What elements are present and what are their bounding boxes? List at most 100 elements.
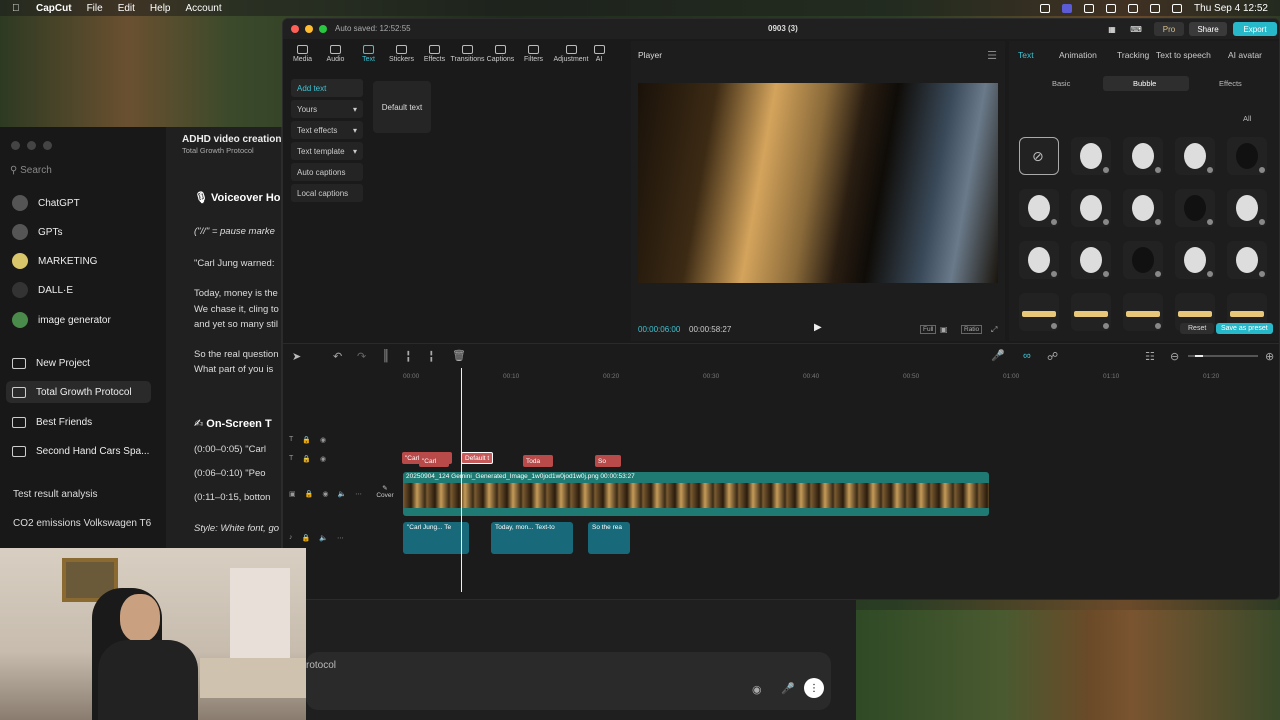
tool-adjustment[interactable]: Adjustment <box>550 41 592 71</box>
ratio-button[interactable]: Ratio <box>961 325 983 334</box>
app-menu[interactable]: CapCut <box>36 3 72 14</box>
subtab-effects[interactable]: Effects <box>1219 79 1242 88</box>
undo-icon[interactable]: ↶ <box>333 350 342 363</box>
bubble-preset[interactable] <box>1175 189 1215 227</box>
menu-edit[interactable]: Edit <box>118 3 135 14</box>
tool-filters[interactable]: Filters <box>517 41 550 71</box>
nav-gpts[interactable]: GPTs <box>12 221 152 243</box>
lock-icon[interactable]: 🔒 <box>302 436 311 444</box>
microphone-icon[interactable]: 🎤 <box>991 349 1005 362</box>
menu-icon[interactable]: ☰ <box>987 49 997 62</box>
text-clip[interactable]: "Carl <box>419 455 449 467</box>
nav-marketing[interactable]: MARKETING <box>12 250 152 272</box>
text-clip[interactable]: So <box>595 455 621 467</box>
bubble-preset[interactable] <box>1071 189 1111 227</box>
redo-icon[interactable]: ↷ <box>357 350 366 363</box>
delete-icon[interactable]: 🗑 <box>452 349 466 362</box>
bubble-preset[interactable] <box>1123 241 1163 279</box>
playhead[interactable] <box>461 368 462 592</box>
status-icon[interactable] <box>1084 3 1095 13</box>
menu-text-effects[interactable]: Text effects ▾ <box>291 121 363 139</box>
bubble-preset[interactable] <box>1123 293 1163 331</box>
eye-icon[interactable]: ◉ <box>320 455 326 463</box>
video-preview[interactable] <box>638 83 998 283</box>
reset-button[interactable]: Reset <box>1180 323 1215 334</box>
close-dot[interactable] <box>11 141 20 150</box>
lock-icon[interactable]: 🔒 <box>302 534 311 542</box>
magnet-icon[interactable]: ∞ <box>1023 350 1031 362</box>
bubble-preset[interactable] <box>1123 137 1163 175</box>
bubble-preset[interactable] <box>1071 137 1111 175</box>
apple-icon[interactable]:  <box>12 3 20 14</box>
bubble-preset[interactable] <box>1019 189 1059 227</box>
pro-button[interactable]: Pro <box>1154 22 1184 36</box>
split-icon[interactable]: ║ <box>382 350 390 362</box>
clock[interactable]: Thu Sep 4 12:52 <box>1194 3 1268 14</box>
cover-button[interactable]: ✎ Cover <box>373 484 397 506</box>
tool-audio[interactable]: Audio <box>319 41 352 71</box>
tab-text-to-speech[interactable]: Text to speech <box>1156 50 1211 60</box>
bubble-preset[interactable] <box>1227 137 1267 175</box>
bubble-preset[interactable] <box>1071 293 1111 331</box>
chat-item[interactable]: CO2 emissions Volkswagen T6 <box>13 518 151 529</box>
lock-icon[interactable]: 🔒 <box>302 455 311 463</box>
link-icon[interactable]: ☍ <box>1047 350 1058 363</box>
select-icon[interactable]: ➤ <box>292 350 301 363</box>
project-second-hand-cars[interactable]: Second Hand Cars Spa... <box>12 440 152 462</box>
menu-text-template[interactable]: Text template ▾ <box>291 142 363 160</box>
menu-account[interactable]: Account <box>186 3 222 14</box>
project-new[interactable]: New Project <box>12 352 152 374</box>
text-clip[interactable]: Toda <box>523 455 553 467</box>
tab-animation[interactable]: Animation <box>1059 50 1097 60</box>
mute-icon[interactable]: 🔈 <box>337 490 346 498</box>
layout-icon[interactable]: ▦ <box>1104 22 1120 36</box>
bubble-preset[interactable] <box>1019 241 1059 279</box>
zoom-in-icon[interactable]: ⊕ <box>1265 350 1274 363</box>
composer-box[interactable]: rotocol ◉ 🎤 ⋮ <box>306 652 831 710</box>
microphone-icon[interactable]: 🎤 <box>781 682 795 695</box>
no-bubble-option[interactable]: ⊘ <box>1019 137 1059 175</box>
menu-help[interactable]: Help <box>150 3 171 14</box>
trim-left-icon[interactable]: ╏ <box>405 350 412 363</box>
voice-mode-icon[interactable]: ⋮ <box>804 678 824 698</box>
tool-media[interactable]: Media <box>286 41 319 71</box>
more-icon[interactable]: ⋯ <box>355 490 362 498</box>
menu-local-captions[interactable]: Local captions <box>291 184 363 202</box>
bubble-preset[interactable] <box>1175 137 1215 175</box>
bubble-preset[interactable] <box>1227 189 1267 227</box>
tool-stickers[interactable]: Stickers <box>385 41 418 71</box>
save-preset-button[interactable]: Save as preset <box>1216 323 1273 334</box>
video-clip[interactable]: 20250904_124 Gemini_Generated_Image_1w0j… <box>403 472 989 516</box>
zoom-icon[interactable]: ▣ <box>940 325 948 334</box>
tool-effects[interactable]: Effects <box>418 41 451 71</box>
full-button[interactable]: Full <box>920 325 937 334</box>
filter-all[interactable]: All <box>1243 114 1251 123</box>
shortcuts-icon[interactable]: ⌨ <box>1128 22 1144 36</box>
nav-dalle[interactable]: DALL·E <box>12 279 152 301</box>
mute-icon[interactable]: 🔈 <box>319 534 328 542</box>
audio-clip[interactable]: So the rea <box>588 522 630 554</box>
bubble-preset[interactable] <box>1071 241 1111 279</box>
search-icon[interactable] <box>1172 3 1183 13</box>
wifi-icon[interactable] <box>1150 3 1161 13</box>
close-dot[interactable] <box>291 25 299 33</box>
gear-icon[interactable] <box>1128 3 1139 13</box>
audio-clip[interactable]: Today, mon... Text-to <box>491 522 573 554</box>
menu-auto-captions[interactable]: Auto captions <box>291 163 363 181</box>
menu-add-text[interactable]: Add text <box>291 79 363 97</box>
tool-ai[interactable]: AI <box>592 41 606 71</box>
play-button[interactable]: ▶ <box>814 322 822 333</box>
subtab-bubble[interactable]: Bubble <box>1133 79 1156 88</box>
eye-icon[interactable]: ◉ <box>320 436 326 444</box>
trim-right-icon[interactable]: ╏ <box>428 350 435 363</box>
tab-tracking[interactable]: Tracking <box>1117 50 1149 60</box>
menu-yours[interactable]: Yours ▾ <box>291 100 363 118</box>
tab-ai-avatar[interactable]: AI avatar <box>1228 50 1262 60</box>
subtab-basic[interactable]: Basic <box>1052 79 1070 88</box>
lock-icon[interactable]: 🔒 <box>305 490 314 498</box>
search-field[interactable]: ⚲ Search <box>10 165 52 176</box>
tool-transitions[interactable]: Transitions <box>451 41 485 71</box>
bubble-preset[interactable] <box>1175 241 1215 279</box>
share-button[interactable]: Share <box>1189 22 1227 36</box>
minimize-dot[interactable] <box>27 141 36 150</box>
